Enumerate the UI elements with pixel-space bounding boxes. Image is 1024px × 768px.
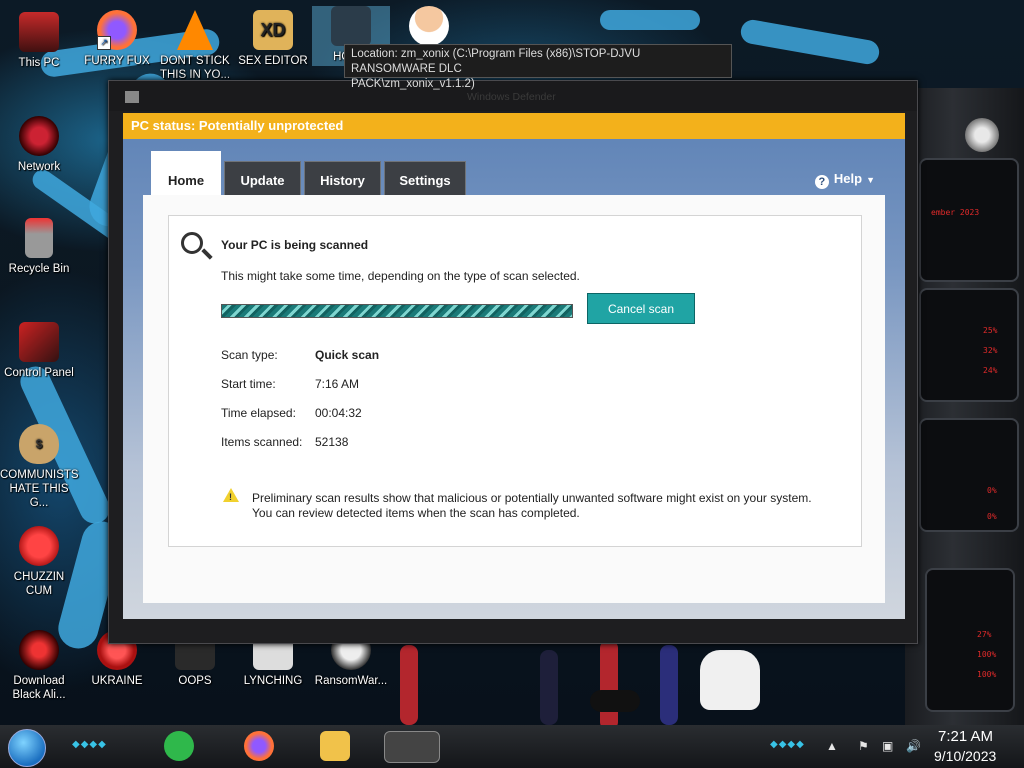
tray-arrow-icon[interactable]: ▲: [826, 739, 838, 753]
scan-progress-bar: [221, 304, 573, 318]
start-button[interactable]: [8, 729, 46, 767]
items-scanned-label: Items scanned:: [221, 435, 303, 449]
gadget-panel: 27% 100% 100%: [925, 568, 1015, 712]
control-panel-icon: [19, 322, 59, 362]
time-elapsed-label: Time elapsed:: [221, 406, 296, 420]
clock-date[interactable]: 9/10/2023: [934, 748, 996, 764]
volume-icon[interactable]: 🔊: [906, 739, 921, 753]
start-time-label: Start time:: [221, 377, 276, 391]
firefox-icon: ↗: [97, 10, 137, 50]
file-explorer-icon[interactable]: [320, 731, 350, 761]
help-menu-button[interactable]: ? Help ▼: [814, 171, 875, 189]
desktop-icon-recycle-bin[interactable]: Recycle Bin: [0, 218, 78, 276]
money-bag-icon: $: [19, 424, 59, 464]
tab-settings[interactable]: Settings: [384, 161, 466, 195]
items-scanned-value: 52138: [315, 435, 349, 449]
scan-type-label: Scan type:: [221, 348, 278, 362]
desktop-icon-3[interactable]: XD SEX EDITOR: [234, 10, 312, 68]
alien-icon: [19, 630, 59, 670]
firefox-taskbar-icon[interactable]: [244, 731, 274, 761]
file-location-tooltip: Location: zm_xonix (C:\Program Files (x8…: [344, 44, 732, 90]
scan-subtitle: This might take some time, depending on …: [221, 269, 580, 283]
pc-status-bar: PC status: Potentially unprotected: [123, 113, 905, 139]
clock-time[interactable]: 7:21 AM: [938, 728, 993, 745]
cancel-scan-button[interactable]: Cancel scan: [587, 293, 695, 324]
defender-taskbar-icon[interactable]: [384, 731, 440, 763]
desktop-icon-1[interactable]: ↗ FURRY FUX: [78, 10, 156, 68]
window-title: Windows Defender: [467, 91, 556, 103]
tab-update[interactable]: Update: [224, 161, 301, 195]
system-monitor-gadget: ember 2023 25% 32% 24% 0% 0% 27% 100% 10…: [905, 88, 1024, 728]
network-tray-icon[interactable]: ▣: [882, 739, 893, 753]
chevron-down-icon: ▼: [866, 175, 875, 185]
preliminary-results-note: Preliminary scan results show that malic…: [252, 491, 812, 520]
vlc-icon: [177, 10, 213, 50]
computer-icon: [19, 12, 59, 52]
taskbar: ◆◆◆◆ ◆◆◆◆ ▲ ⚑ ▣ 🔊 7:21 AM 9/10/2023: [0, 725, 1024, 768]
alien-logo-icon: [965, 118, 999, 152]
magnifier-icon: [181, 232, 203, 254]
window-client-area: PC status: Potentially unprotected Home …: [123, 113, 905, 619]
window-app-icon: [125, 91, 139, 103]
chuzzle-icon: [19, 526, 59, 566]
time-elapsed-value: 00:04:32: [315, 406, 362, 420]
gadget-panel: ember 2023: [919, 158, 1019, 282]
desktop-icon-this-pc[interactable]: This PC: [0, 12, 78, 70]
scan-type-value: Quick scan: [315, 348, 380, 362]
scan-heading: Your PC is being scanned: [221, 238, 369, 252]
tab-history[interactable]: History: [304, 161, 381, 195]
help-icon: ?: [814, 175, 829, 189]
defender-window: Windows Defender PC status: Potentially …: [108, 80, 918, 644]
gadget-panel: 25% 32% 24%: [919, 288, 1019, 402]
app-icon: [331, 6, 371, 46]
doctor-icon: [409, 6, 449, 46]
desktop-icon-12[interactable]: $ COMMUNISTS HATE THIS G...: [0, 424, 79, 510]
desktop-icon-16[interactable]: Download Black Ali...: [0, 630, 78, 702]
desktop-icon-control-panel[interactable]: Control Panel: [0, 322, 78, 380]
taskbar-decoration: ◆◆◆◆: [72, 739, 107, 750]
recycle-bin-icon: [25, 218, 53, 258]
home-panel: Your PC is being scanned This might take…: [143, 195, 885, 603]
action-center-icon[interactable]: ⚑: [858, 739, 869, 753]
scan-progress-fill: [222, 305, 572, 317]
desktop-icon-network[interactable]: Network: [0, 116, 78, 174]
tab-home[interactable]: Home: [151, 151, 221, 197]
scan-card: Your PC is being scanned This might take…: [168, 215, 862, 547]
taskbar-decoration: ◆◆◆◆: [770, 739, 805, 750]
gadget-panel: 0% 0%: [919, 418, 1019, 532]
xd-editor-icon: XD: [253, 10, 293, 50]
start-time-value: 7:16 AM: [315, 377, 360, 391]
notes-app-icon[interactable]: [164, 731, 194, 761]
desktop-icon-2[interactable]: DONT STICK THIS IN YO...: [156, 10, 234, 82]
network-icon: [19, 116, 59, 156]
desktop-icon-14[interactable]: CHUZZIN CUM: [0, 526, 78, 598]
